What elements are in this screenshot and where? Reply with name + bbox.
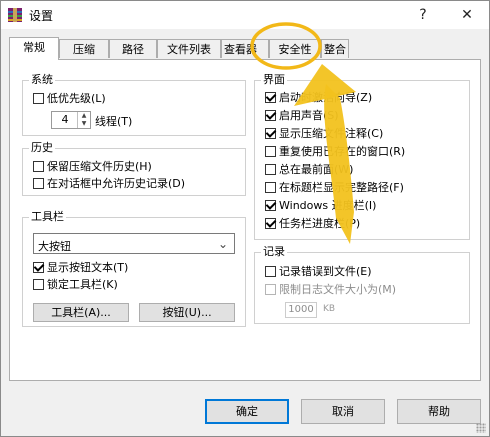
- tab-integration[interactable]: 整合: [321, 39, 349, 58]
- threads-spinner[interactable]: 4 ▲ ▼: [51, 111, 91, 129]
- history-group-title: 历史: [29, 141, 55, 155]
- chevron-down-icon: ⌄: [217, 237, 228, 251]
- close-button[interactable]: ✕: [453, 4, 481, 26]
- tab-strip: 常规 压缩 路径 文件列表 查看器 安全性 整合: [9, 37, 481, 60]
- checkbox-box: [265, 110, 276, 121]
- log-size-unit: KB: [323, 304, 336, 314]
- tab-viewer[interactable]: 查看器: [221, 39, 269, 58]
- log-errors-checkbox[interactable]: 记录错误到文件(E): [265, 265, 372, 279]
- title-bar: 设置 ? ✕: [1, 1, 489, 29]
- log-group-title: 记录: [261, 245, 287, 259]
- checkbox-box: [265, 200, 276, 211]
- show-archive-comment-checkbox[interactable]: 显示压缩文件注释(C): [265, 127, 383, 141]
- tab-file-list[interactable]: 文件列表: [157, 39, 221, 58]
- log-size-input[interactable]: 1000: [285, 302, 317, 318]
- cancel-button[interactable]: 取消: [301, 399, 385, 424]
- enable-sound-checkbox[interactable]: 启用声音(S): [265, 109, 339, 123]
- toolbar-size-value: 大按钮: [38, 240, 71, 253]
- settings-dialog: 设置 ? ✕ 常规 压缩 路径 文件列表 查看器 安全性 整合 系统 低优先级(…: [0, 0, 490, 437]
- buttons-button[interactable]: 按钮(U)...: [139, 303, 235, 322]
- checkbox-box: [33, 279, 44, 290]
- log-group: 记录 记录错误到文件(E) 限制日志文件大小为(M) 1000 KB: [254, 245, 470, 324]
- checkbox-box: [33, 93, 44, 104]
- tab-general[interactable]: 常规: [9, 37, 59, 60]
- system-group: 系统 低优先级(L) 4 ▲ ▼ 线程(T): [22, 73, 246, 136]
- winrar-app-icon: [8, 8, 22, 22]
- checkbox-box: [265, 128, 276, 139]
- threads-label: 线程(T): [95, 115, 133, 128]
- toolbar-group: 工具栏 大按钮 ⌄ 显示按钮文本(T) 锁定工具栏(K) 工具栏(A)... 按…: [22, 210, 246, 327]
- windows-progress-checkbox[interactable]: Windows 进度栏(I): [265, 199, 376, 213]
- checkbox-box: [265, 164, 276, 175]
- checkbox-box: [265, 266, 276, 277]
- ok-button[interactable]: 确定: [205, 399, 289, 424]
- resize-grip[interactable]: [476, 423, 486, 433]
- low-priority-checkbox[interactable]: 低优先级(L): [33, 92, 106, 106]
- limit-log-size-checkbox[interactable]: 限制日志文件大小为(M): [265, 283, 396, 297]
- checkbox-box: [265, 218, 276, 229]
- checkbox-box: [33, 262, 44, 273]
- full-path-title-checkbox[interactable]: 在标题栏显示完整路径(F): [265, 181, 404, 195]
- reuse-window-checkbox[interactable]: 重复使用已存在的窗口(R): [265, 145, 405, 159]
- checkbox-box: [33, 178, 44, 189]
- help-button[interactable]: 帮助: [397, 399, 481, 424]
- interface-group: 界面 启动时激活向导(Z) 启用声音(S) 显示压缩文件注释(C) 重复使用已存…: [254, 73, 470, 240]
- show-button-text-checkbox[interactable]: 显示按钮文本(T): [33, 261, 128, 275]
- tab-compression[interactable]: 压缩: [59, 39, 109, 58]
- checkbox-box: [33, 161, 44, 172]
- tab-security[interactable]: 安全性: [269, 39, 321, 58]
- window-title: 设置: [29, 9, 54, 23]
- toolbar-button[interactable]: 工具栏(A)...: [33, 303, 129, 322]
- tab-paths[interactable]: 路径: [109, 39, 157, 58]
- spinner-arrows-icon[interactable]: ▲ ▼: [77, 112, 90, 128]
- toolbar-size-dropdown[interactable]: 大按钮 ⌄: [33, 233, 235, 254]
- lock-toolbar-checkbox[interactable]: 锁定工具栏(K): [33, 278, 118, 292]
- always-on-top-checkbox[interactable]: 总在最前面(W): [265, 163, 353, 177]
- general-tab-panel: 系统 低优先级(L) 4 ▲ ▼ 线程(T) 历史 保留压缩文件历史(H) 在对话…: [9, 59, 481, 381]
- startup-wizard-checkbox[interactable]: 启动时激活向导(Z): [265, 91, 372, 105]
- interface-group-title: 界面: [261, 73, 287, 87]
- checkbox-box: [265, 146, 276, 157]
- checkbox-box: [265, 284, 276, 295]
- help-title-button[interactable]: ?: [409, 4, 437, 26]
- history-group: 历史 保留压缩文件历史(H) 在对话框中允许历史记录(D): [22, 141, 246, 196]
- taskbar-progress-checkbox[interactable]: 任务栏进度栏(P): [265, 217, 360, 231]
- threads-value: 4: [61, 113, 69, 126]
- system-group-title: 系统: [29, 73, 55, 87]
- allow-dialog-history-checkbox[interactable]: 在对话框中允许历史记录(D): [33, 177, 185, 191]
- keep-archive-history-checkbox[interactable]: 保留压缩文件历史(H): [33, 160, 152, 174]
- checkbox-box: [265, 182, 276, 193]
- toolbar-group-title: 工具栏: [29, 210, 66, 224]
- checkbox-box: [265, 92, 276, 103]
